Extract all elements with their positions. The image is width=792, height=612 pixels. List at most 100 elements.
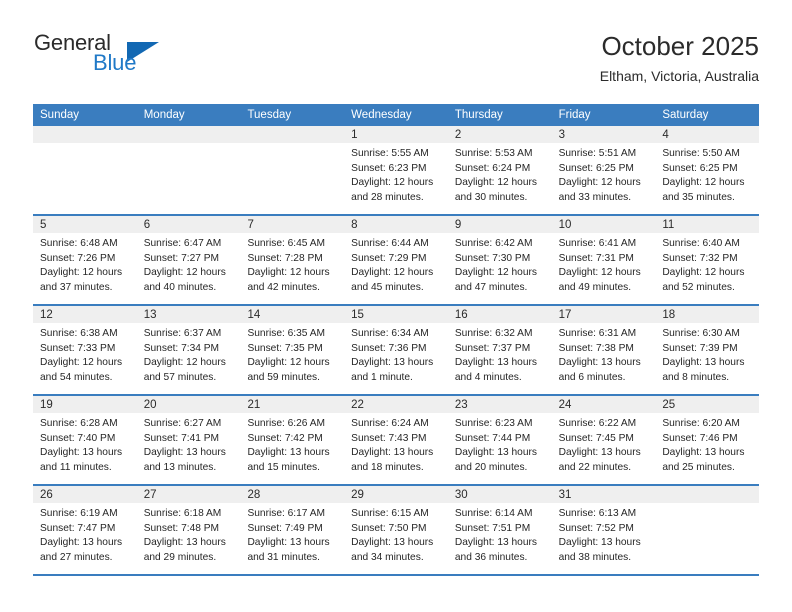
sunset-text: Sunset: 7:48 PM <box>143 522 220 534</box>
sunset-text: Sunset: 7:34 PM <box>143 342 220 354</box>
day-sun-info: Sunrise: 6:14 AM Sunset: 7:51 PM Daylight:… <box>448 503 552 565</box>
day-cell[interactable]: 18 Sunrise: 6:30 AM Sunset: 7:39 PM Dayligh… <box>655 306 760 394</box>
day-cell[interactable]: 19 Sunrise: 6:28 AM Sunset: 7:40 PM Dayligh… <box>33 396 137 484</box>
sunrise-text: Sunrise: 6:22 AM <box>558 418 637 429</box>
day-sun-info: Sunrise: 6:19 AM Sunset: 7:47 PM Daylight:… <box>33 503 137 565</box>
day-cell[interactable]: 27 Sunrise: 6:18 AM Sunset: 7:48 PM Dayligh… <box>136 486 241 574</box>
daylight-text-line2: and 13 minutes. <box>143 461 217 473</box>
day-sun-info: Sunrise: 5:55 AM Sunset: 6:23 PM Daylight:… <box>344 143 448 205</box>
day-cell[interactable]: 30 Sunrise: 6:14 AM Sunset: 7:51 PM Dayligh… <box>447 486 552 574</box>
day-cell[interactable]: 20 Sunrise: 6:27 AM Sunset: 7:41 PM Dayligh… <box>136 396 241 484</box>
day-number: 23 <box>447 396 552 413</box>
day-cell[interactable]: 5 Sunrise: 6:48 AM Sunset: 7:26 PM Daylight… <box>33 216 137 304</box>
day-cell[interactable]: 4 Sunrise: 5:50 AM Sunset: 6:25 PM Daylight… <box>655 126 760 214</box>
daylight-text-line2: and 42 minutes. <box>247 281 320 293</box>
day-cell[interactable]: 13 Sunrise: 6:37 AM Sunset: 7:34 PM Dayligh… <box>136 306 241 394</box>
daylight-text-line1: Daylight: 12 hours <box>247 357 330 369</box>
day-cell[interactable]: 28 Sunrise: 6:17 AM Sunset: 7:49 PM Dayligh… <box>240 486 345 574</box>
daylight-text-line1: Daylight: 12 hours <box>662 177 745 189</box>
day-cell[interactable]: 15 Sunrise: 6:34 AM Sunset: 7:36 PM Dayligh… <box>344 306 448 394</box>
day-number: 10 <box>551 216 656 233</box>
daylight-text-line2: and 54 minutes. <box>40 371 113 383</box>
day-cell[interactable]: 31 Sunrise: 6:13 AM Sunset: 7:52 PM Dayligh… <box>551 486 656 574</box>
day-cell[interactable]: 3 Sunrise: 5:51 AM Sunset: 6:25 PM Daylight… <box>551 126 656 214</box>
daylight-text-line2: and 52 minutes. <box>662 281 735 293</box>
daylight-text-line1: Daylight: 12 hours <box>351 267 434 279</box>
sunrise-text: Sunrise: 5:51 AM <box>558 148 637 159</box>
daylight-text-line2: and 6 minutes. <box>558 371 626 383</box>
day-cell[interactable]: 17 Sunrise: 6:31 AM Sunset: 7:38 PM Dayligh… <box>551 306 656 394</box>
day-number: 21 <box>240 396 345 413</box>
day-cell[interactable]: 8 Sunrise: 6:44 AM Sunset: 7:29 PM Daylight… <box>344 216 448 304</box>
sunset-text: Sunset: 7:29 PM <box>351 252 427 264</box>
day-cell[interactable]: 23 Sunrise: 6:23 AM Sunset: 7:44 PM Dayligh… <box>447 396 552 484</box>
daylight-text-line2: and 33 minutes. <box>558 191 632 203</box>
sunrise-text: Sunrise: 5:53 AM <box>454 148 533 159</box>
calendar-page: General Blue October 2025 Eltham, Victor… <box>0 0 792 612</box>
day-cell-empty <box>136 126 241 214</box>
daylight-text-line2: and 25 minutes. <box>662 461 735 473</box>
sunset-text: Sunset: 7:38 PM <box>558 342 634 354</box>
day-sun-info: Sunrise: 6:26 AM Sunset: 7:42 PM Daylight:… <box>240 413 344 475</box>
sunset-text: Sunset: 7:50 PM <box>351 522 427 534</box>
day-number: 1 <box>344 126 448 143</box>
brand-name-blue: Blue <box>93 50 137 75</box>
sunset-text: Sunset: 7:47 PM <box>40 522 116 534</box>
sunset-text: Sunset: 7:41 PM <box>143 432 220 444</box>
day-number: 14 <box>240 306 345 323</box>
day-cell[interactable]: 9 Sunrise: 6:42 AM Sunset: 7:30 PM Daylight… <box>447 216 552 304</box>
day-number: 18 <box>655 306 760 323</box>
weekday-header-wednesday: Wednesday <box>351 109 412 121</box>
day-cell[interactable]: 22 Sunrise: 6:24 AM Sunset: 7:43 PM Dayligh… <box>344 396 448 484</box>
daylight-text-line1: Daylight: 13 hours <box>662 357 745 369</box>
day-cell[interactable]: 21 Sunrise: 6:26 AM Sunset: 7:42 PM Dayligh… <box>240 396 345 484</box>
weekday-header-thursday: Thursday <box>454 109 503 121</box>
weekday-header-friday: Friday <box>558 109 591 121</box>
daylight-text-line2: and 30 minutes. <box>454 191 528 203</box>
sunrise-text: Sunrise: 6:18 AM <box>143 508 222 519</box>
daylight-text-line2: and 27 minutes. <box>40 551 113 563</box>
daylight-text-line2: and 31 minutes. <box>247 551 320 563</box>
day-cell[interactable]: 10 Sunrise: 6:41 AM Sunset: 7:31 PM Dayligh… <box>551 216 656 304</box>
sunset-text: Sunset: 7:39 PM <box>662 342 738 354</box>
day-cell[interactable]: 6 Sunrise: 6:47 AM Sunset: 7:27 PM Daylight… <box>136 216 241 304</box>
day-cell[interactable]: 16 Sunrise: 6:32 AM Sunset: 7:37 PM Dayligh… <box>447 306 552 394</box>
day-sun-info: Sunrise: 6:35 AM Sunset: 7:35 PM Daylight:… <box>240 323 344 385</box>
day-cell[interactable]: 12 Sunrise: 6:38 AM Sunset: 7:33 PM Dayligh… <box>33 306 137 394</box>
day-sun-info: Sunrise: 5:51 AM Sunset: 6:25 PM Daylight:… <box>552 143 656 205</box>
daylight-text-line2: and 36 minutes. <box>454 551 528 563</box>
day-cell[interactable]: 14 Sunrise: 6:35 AM Sunset: 7:35 PM Dayligh… <box>240 306 345 394</box>
sunrise-text: Sunrise: 6:20 AM <box>662 418 740 429</box>
day-cell[interactable]: 11 Sunrise: 6:40 AM Sunset: 7:32 PM Dayligh… <box>655 216 760 304</box>
sunrise-text: Sunrise: 6:45 AM <box>247 238 326 249</box>
day-cell[interactable]: 24 Sunrise: 6:22 AM Sunset: 7:45 PM Dayligh… <box>551 396 656 484</box>
brand-logo[interactable]: General Blue <box>33 30 273 90</box>
day-sun-info: Sunrise: 6:41 AM Sunset: 7:31 PM Daylight:… <box>552 233 656 295</box>
day-cell[interactable]: 2 Sunrise: 5:53 AM Sunset: 6:24 PM Daylight… <box>447 126 552 214</box>
day-cell-empty <box>33 126 137 214</box>
day-cell[interactable]: 29 Sunrise: 6:15 AM Sunset: 7:50 PM Dayligh… <box>344 486 448 574</box>
day-number <box>33 126 137 143</box>
sunset-text: Sunset: 7:51 PM <box>454 522 531 534</box>
day-number: 8 <box>344 216 448 233</box>
day-cell[interactable]: 7 Sunrise: 6:45 AM Sunset: 7:28 PM Daylight… <box>240 216 345 304</box>
sunset-text: Sunset: 7:49 PM <box>247 522 323 534</box>
day-number: 7 <box>240 216 345 233</box>
sunset-text: Sunset: 7:43 PM <box>351 432 427 444</box>
sunset-text: Sunset: 7:35 PM <box>247 342 323 354</box>
daylight-text-line1: Daylight: 12 hours <box>454 177 537 189</box>
day-number: 16 <box>447 306 552 323</box>
sunrise-text: Sunrise: 6:47 AM <box>143 238 222 249</box>
daylight-text-line1: Daylight: 13 hours <box>454 537 537 549</box>
day-cell[interactable]: 1 Sunrise: 5:55 AM Sunset: 6:23 PM Daylight… <box>344 126 448 214</box>
day-sun-info: Sunrise: 6:32 AM Sunset: 7:37 PM Daylight:… <box>448 323 552 385</box>
day-cell[interactable]: 25 Sunrise: 6:20 AM Sunset: 7:46 PM Dayligh… <box>655 396 760 484</box>
daylight-text-line2: and 49 minutes. <box>558 281 632 293</box>
daylight-text-line1: Daylight: 12 hours <box>143 357 226 369</box>
day-cell[interactable]: 26 Sunrise: 6:19 AM Sunset: 7:47 PM Dayligh… <box>33 486 137 574</box>
day-sun-info: Sunrise: 6:27 AM Sunset: 7:41 PM Daylight:… <box>137 413 241 475</box>
daylight-text-line1: Daylight: 13 hours <box>143 447 226 459</box>
page-header: General Blue October 2025 Eltham, Victor… <box>33 30 759 98</box>
weekday-header-tuesday: Tuesday <box>247 109 292 121</box>
daylight-text-line2: and 38 minutes. <box>558 551 632 563</box>
